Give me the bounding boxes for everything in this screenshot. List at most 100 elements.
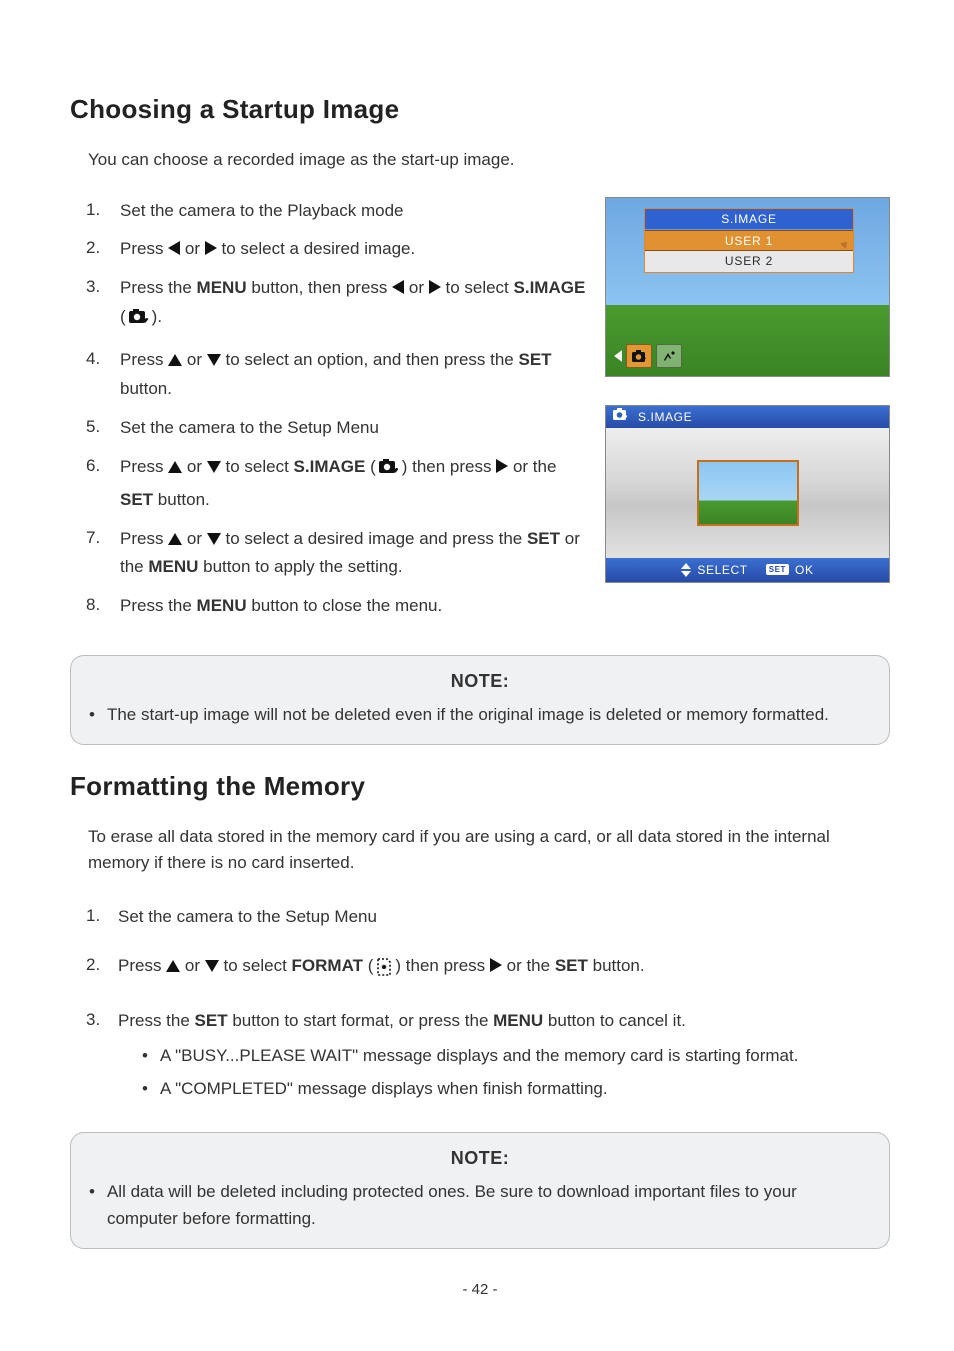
text-run: to select a desired image and press the xyxy=(226,529,527,548)
camera-tabstrip xyxy=(614,344,682,368)
setup-tab-icon xyxy=(656,344,682,368)
playback-tab-icon xyxy=(626,344,652,368)
text-run: Press xyxy=(120,457,168,476)
preview-title: S.IMAGE xyxy=(638,408,692,426)
preview-thumbnail xyxy=(697,460,799,526)
text-run: or xyxy=(185,956,205,975)
text-run: or the xyxy=(507,956,555,975)
right-arrow-icon xyxy=(490,958,502,972)
set-label: SET xyxy=(120,490,153,509)
simage-heart-icon xyxy=(612,407,630,426)
sub-bullet-2: • A "COMPLETED" message displays when fin… xyxy=(142,1075,890,1104)
text-run: or xyxy=(409,278,429,297)
step-text: Press or to select a desired image and p… xyxy=(120,525,589,583)
format-sub-bullets: • A "BUSY...PLEASE WAIT" message displays… xyxy=(142,1042,890,1104)
note-box-format: NOTE: • All data will be deleted includi… xyxy=(70,1132,890,1249)
step-6: 6. Press or to select S.IMAGE () then pr… xyxy=(86,453,589,515)
startup-steps-list: 1. Set the camera to the Playback mode 2… xyxy=(86,197,589,622)
step-8: 8. Press the MENU button to close the me… xyxy=(86,592,589,621)
footer-select-hint: SELECT xyxy=(681,561,747,579)
bullet-icon: • xyxy=(89,1178,95,1232)
step-5: 5. Set the camera to the Setup Menu xyxy=(86,414,589,443)
sub-text: A "COMPLETED" message displays when fini… xyxy=(160,1075,608,1104)
text-run: or the xyxy=(513,457,556,476)
set-label: SET xyxy=(195,1011,228,1030)
simage-menu-title: S.IMAGE xyxy=(645,209,853,230)
step-7: 7. Press or to select a desired image an… xyxy=(86,525,589,583)
text-run: Press xyxy=(120,529,168,548)
text-run: Press the xyxy=(120,278,197,297)
text-run: Press xyxy=(118,956,166,975)
step-text: Press or to select a desired image. xyxy=(120,235,589,264)
menu-label: MENU xyxy=(493,1011,543,1030)
note-title: NOTE: xyxy=(89,1145,871,1172)
ok-label: OK xyxy=(795,561,814,579)
menu-label: MENU xyxy=(197,278,247,297)
bullet-icon: • xyxy=(142,1075,148,1104)
set-badge-icon: SET xyxy=(766,564,789,575)
right-arrow-icon xyxy=(496,459,508,473)
step-number: 3. xyxy=(86,274,106,300)
step-number: 5. xyxy=(86,414,106,440)
format-intro: To erase all data stored in the memory c… xyxy=(88,824,890,875)
set-label: SET xyxy=(518,350,551,369)
step-text: Press the MENU button to close the menu. xyxy=(120,592,589,621)
text-run: ( xyxy=(120,307,126,326)
format-step-3: 3. Press the SET button to start format,… xyxy=(86,1007,890,1108)
text-run: Press the xyxy=(120,596,197,615)
text-run: Press xyxy=(120,350,168,369)
format-steps-list: 1. Set the camera to the Setup Menu 2. P… xyxy=(86,903,890,1107)
text-run: ( xyxy=(365,457,375,476)
text-run: button to apply the setting. xyxy=(198,557,402,576)
left-arrow-icon xyxy=(168,241,180,255)
preview-body xyxy=(606,428,889,558)
sub-text: A "BUSY...PLEASE WAIT" message displays … xyxy=(160,1042,799,1071)
step-number: 2. xyxy=(86,952,108,978)
startup-intro: You can choose a recorded image as the s… xyxy=(88,147,890,173)
text-run: or xyxy=(187,350,207,369)
text-run: Press the xyxy=(118,1011,195,1030)
step-text: Set the camera to the Setup Menu xyxy=(118,903,890,932)
text-run: button to cancel it. xyxy=(543,1011,686,1030)
text-run: Press xyxy=(120,239,168,258)
step-text: Press or to select an option, and then p… xyxy=(120,346,589,404)
down-arrow-icon xyxy=(207,533,221,545)
text-run: button. xyxy=(588,956,645,975)
format-label: FORMAT xyxy=(292,956,363,975)
section-heading-format: Formatting the Memory xyxy=(70,767,890,806)
preview-titlebar: S.IMAGE xyxy=(606,406,889,428)
text-run: or xyxy=(187,529,207,548)
sub-bullet-1: •A "BUSY...PLEASE WAIT" message displays… xyxy=(142,1042,890,1071)
camera-screen-simage-preview: S.IMAGE SELECT SET OK xyxy=(605,405,890,583)
set-label: SET xyxy=(527,529,560,548)
step-number: 2. xyxy=(86,235,106,261)
text-run: to select an option, and then press the xyxy=(226,350,519,369)
text-run: button to start format, or press the xyxy=(228,1011,494,1030)
text-run: to select xyxy=(226,457,294,476)
text-run: or xyxy=(185,239,205,258)
updown-arrow-icon xyxy=(681,563,691,577)
step-number: 3. xyxy=(86,1007,108,1033)
step-number: 1. xyxy=(86,197,106,223)
simage-label: S.IMAGE xyxy=(514,278,586,297)
camera-screen-simage-list: S.IMAGE USER 1 USER 2 xyxy=(605,197,890,377)
simage-heart-icon xyxy=(378,457,400,486)
text-run: ) then press xyxy=(402,457,497,476)
format-icon xyxy=(374,957,394,987)
text-run: to select xyxy=(224,956,292,975)
menu-label: MENU xyxy=(197,596,247,615)
note-item: • All data will be deleted including pro… xyxy=(89,1178,871,1232)
text-run: or xyxy=(187,457,207,476)
simage-dropdown: S.IMAGE USER 1 USER 2 xyxy=(644,208,854,273)
step-text: Press the MENU button, then press or to … xyxy=(120,274,589,336)
left-arrow-icon xyxy=(614,350,622,362)
up-arrow-icon xyxy=(168,461,182,473)
format-step-1: 1. Set the camera to the Setup Menu xyxy=(86,903,890,932)
page-number: - 42 - xyxy=(70,1279,890,1302)
text-run: button. xyxy=(153,490,210,509)
step-number: 6. xyxy=(86,453,106,479)
up-arrow-icon xyxy=(168,354,182,366)
simage-heart-icon xyxy=(128,307,150,336)
up-arrow-icon xyxy=(166,960,180,972)
preview-footer: SELECT SET OK xyxy=(606,558,889,582)
